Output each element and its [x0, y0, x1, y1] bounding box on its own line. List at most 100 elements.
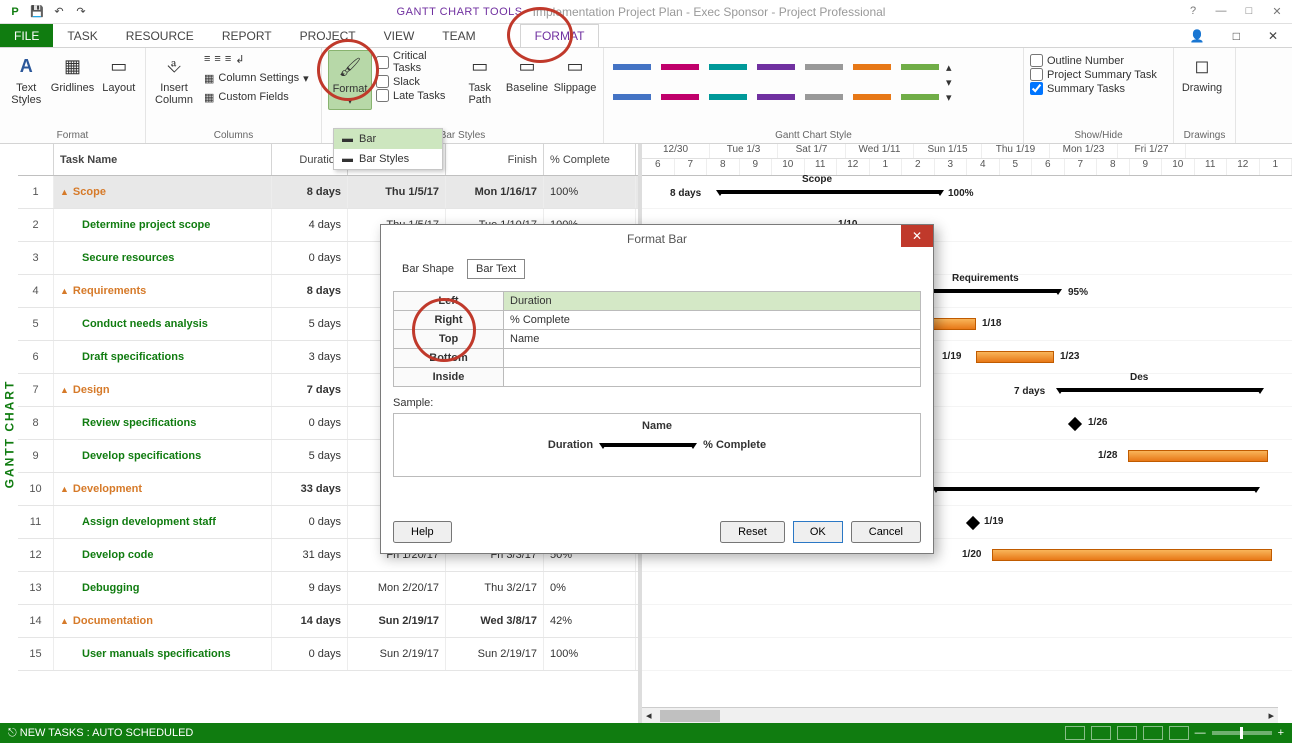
style-swatch[interactable]: [706, 61, 750, 103]
restore-icon[interactable]: □: [1238, 5, 1260, 18]
align-buttons[interactable]: ≡ ≡ ≡ ↲: [200, 50, 313, 68]
table-row[interactable]: 15User manuals specifications0 daysSun 2…: [18, 638, 638, 671]
tab-project[interactable]: PROJECT: [286, 24, 370, 47]
layout-button[interactable]: ▭Layout: [99, 50, 140, 96]
table-row[interactable]: 14▲Documentation14 daysSun 2/19/17Wed 3/…: [18, 605, 638, 638]
project-summary-check[interactable]: Project Summary Task: [1030, 68, 1167, 81]
row-inside[interactable]: Inside: [394, 368, 504, 387]
row-bottom[interactable]: Bottom: [394, 349, 504, 368]
style-swatch[interactable]: [610, 61, 654, 103]
text-styles-button[interactable]: AText Styles: [6, 50, 47, 108]
row-right[interactable]: Right: [394, 311, 504, 330]
field-inside[interactable]: [504, 368, 921, 387]
account-icon[interactable]: 👤: [1176, 24, 1219, 47]
reset-button[interactable]: Reset: [720, 521, 785, 543]
zoom-out-icon[interactable]: —: [1195, 727, 1206, 739]
tab-format[interactable]: FORMAT: [520, 24, 600, 47]
summary-bar[interactable]: [1060, 388, 1260, 392]
ribbon-close-icon[interactable]: ✕: [1254, 24, 1292, 47]
save-icon[interactable]: 💾: [26, 1, 48, 23]
style-swatch[interactable]: [658, 61, 702, 103]
horizontal-scrollbar[interactable]: ◂▸: [642, 707, 1278, 723]
late-tasks-check[interactable]: Late Tasks: [376, 89, 455, 102]
field-top[interactable]: Name: [504, 330, 921, 349]
minimize-icon[interactable]: —: [1210, 5, 1232, 18]
task-bar[interactable]: [976, 351, 1054, 363]
help-icon[interactable]: ?: [1182, 5, 1204, 18]
tab-view[interactable]: VIEW: [370, 24, 429, 47]
align-right-icon[interactable]: ≡: [225, 53, 231, 65]
milestone[interactable]: [966, 516, 980, 530]
tab-resource[interactable]: RESOURCE: [112, 24, 208, 47]
style-swatch[interactable]: [850, 61, 894, 103]
format-icon: 🖌: [336, 53, 364, 81]
task-bar[interactable]: [1128, 450, 1268, 462]
cancel-button[interactable]: Cancel: [851, 521, 921, 543]
slack-check[interactable]: Slack: [376, 75, 455, 88]
view-shortcut[interactable]: [1117, 726, 1137, 740]
close-icon[interactable]: ✕: [1266, 5, 1288, 18]
gantt-style-gallery[interactable]: ▴ ▾ ▾: [610, 50, 1017, 114]
drawing-button[interactable]: ◻Drawing: [1180, 50, 1224, 96]
tab-task[interactable]: TASK: [53, 24, 111, 47]
menu-item-bar[interactable]: ▬Bar: [334, 129, 442, 149]
gridlines-button[interactable]: ▦Gridlines: [51, 50, 95, 96]
row-top[interactable]: Top: [394, 330, 504, 349]
col-finish[interactable]: Finish: [446, 144, 544, 175]
wrap-text-icon[interactable]: ↲: [235, 53, 244, 66]
milestone[interactable]: [1068, 417, 1082, 431]
col-pct[interactable]: % Complete: [544, 144, 636, 175]
insert-column-button[interactable]: ⎀Insert Column: [152, 50, 196, 108]
redo-icon[interactable]: ↷: [70, 1, 92, 23]
row-left[interactable]: Left: [394, 292, 504, 311]
summary-tasks-check[interactable]: Summary Tasks: [1030, 82, 1167, 95]
summary-bar[interactable]: [936, 487, 1256, 491]
group-label-format: Format: [6, 128, 139, 143]
zoom-in-icon[interactable]: +: [1278, 727, 1284, 739]
barstyles-icon: ▬: [342, 153, 353, 165]
help-button[interactable]: Help: [393, 521, 452, 543]
gallery-more-icon[interactable]: ▾: [946, 91, 952, 104]
style-swatch[interactable]: [802, 61, 846, 103]
style-swatch[interactable]: [898, 61, 942, 103]
view-shortcut[interactable]: [1065, 726, 1085, 740]
zoom-slider[interactable]: [1212, 731, 1272, 735]
field-left[interactable]: Duration: [504, 292, 921, 311]
tab-bar-text[interactable]: Bar Text: [467, 259, 525, 279]
ribbon-options-icon[interactable]: □: [1219, 24, 1254, 47]
task-bar[interactable]: [992, 549, 1272, 561]
view-shortcut[interactable]: [1143, 726, 1163, 740]
col-task-name[interactable]: Task Name: [54, 144, 272, 175]
field-right[interactable]: % Complete: [504, 311, 921, 330]
gallery-down-icon[interactable]: ▾: [946, 76, 952, 89]
gallery-up-icon[interactable]: ▴: [946, 61, 952, 74]
dialog-close-button[interactable]: ✕: [901, 225, 933, 247]
baseline-button[interactable]: ▭Baseline: [505, 50, 549, 96]
undo-icon[interactable]: ↶: [48, 1, 70, 23]
align-left-icon[interactable]: ≡: [204, 53, 210, 65]
summary-bar[interactable]: [720, 190, 940, 194]
slippage-button[interactable]: ▭Slippage: [553, 50, 597, 96]
schedule-mode-icon: ⎋: [8, 727, 17, 740]
align-center-icon[interactable]: ≡: [214, 53, 220, 65]
document-title: Implementation Project Plan - Exec Spons…: [533, 5, 886, 19]
file-tab[interactable]: FILE: [0, 24, 53, 47]
view-shortcut[interactable]: [1091, 726, 1111, 740]
view-shortcut[interactable]: [1169, 726, 1189, 740]
menu-item-bar-styles[interactable]: ▬Bar Styles: [334, 149, 442, 169]
critical-tasks-check[interactable]: Critical Tasks: [376, 50, 455, 74]
tab-bar-shape[interactable]: Bar Shape: [393, 259, 463, 279]
outline-number-check[interactable]: Outline Number: [1030, 54, 1167, 67]
custom-fields-button[interactable]: ▦Custom Fields: [200, 88, 313, 106]
ok-button[interactable]: OK: [793, 521, 843, 543]
bar-text-table: LeftDuration Right% Complete TopName Bot…: [393, 291, 921, 387]
column-settings-button[interactable]: ▦Column Settings ▾: [200, 69, 313, 87]
tab-report[interactable]: REPORT: [208, 24, 286, 47]
tab-team[interactable]: TEAM: [428, 24, 489, 47]
task-path-button[interactable]: ▭Task Path: [459, 50, 501, 108]
style-swatch[interactable]: [754, 61, 798, 103]
table-row[interactable]: 13Debugging9 daysMon 2/20/17Thu 3/2/170%: [18, 572, 638, 605]
table-row[interactable]: 1▲Scope8 daysThu 1/5/17Mon 1/16/17100%: [18, 176, 638, 209]
field-bottom[interactable]: [504, 349, 921, 368]
format-button[interactable]: 🖌 Format▾: [328, 50, 372, 110]
